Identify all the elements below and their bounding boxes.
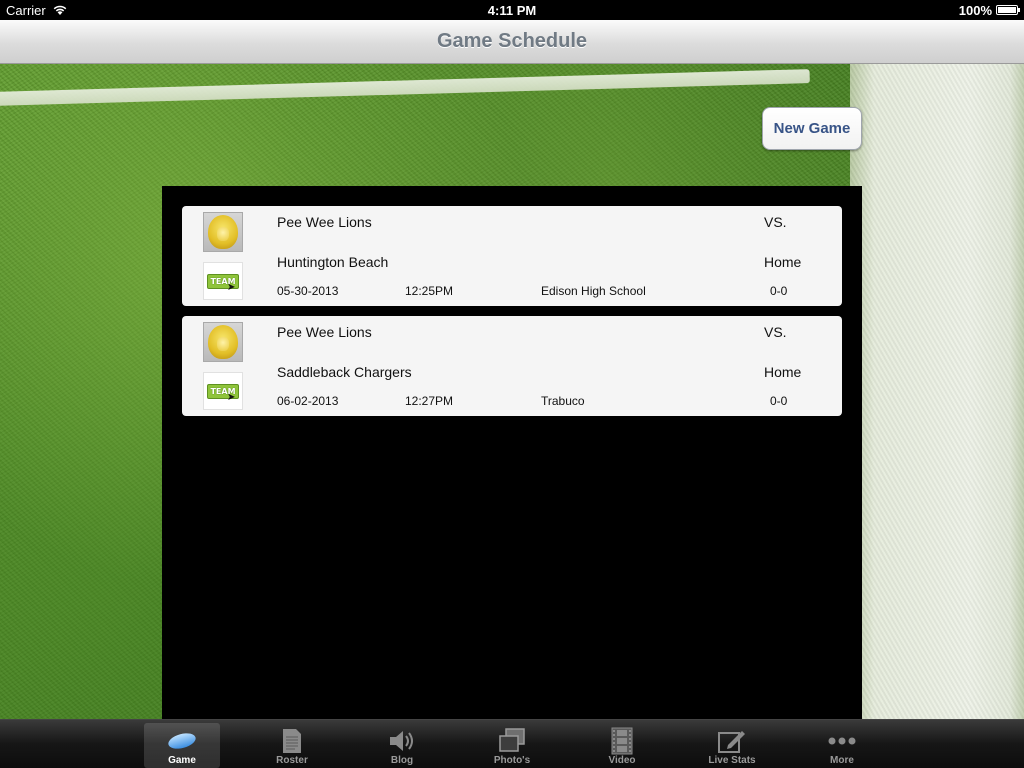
schedule-panel: TEAM ➤ Pee Wee Lions VS. Huntington Beac… (162, 186, 862, 719)
tab-label: Video (608, 755, 636, 766)
lion-logo-icon (203, 322, 243, 362)
status-bar: Carrier 4:11 PM 100% (0, 0, 1024, 20)
tab-label: More (830, 755, 854, 766)
battery-icon (996, 5, 1020, 15)
home-team: Pee Wee Lions (277, 324, 372, 340)
opponent-team: Saddleback Chargers (277, 364, 412, 380)
speaker-icon (387, 729, 417, 753)
lion-logo-icon (203, 212, 243, 252)
tab-label: Photo's (493, 755, 531, 766)
game-score: 0-0 (770, 284, 788, 298)
tab-blog[interactable]: Blog (364, 723, 440, 768)
tab-label: Roster (276, 755, 308, 766)
tab-video[interactable]: Video (584, 723, 660, 768)
tab-label: Blog (390, 755, 414, 766)
tab-photos[interactable]: Photo's (474, 723, 550, 768)
game-date: 05-30-2013 (277, 284, 339, 298)
field-line (0, 69, 810, 106)
status-left: Carrier (6, 3, 68, 18)
location-type: Home (764, 254, 802, 270)
new-game-button[interactable]: New Game (762, 107, 862, 150)
game-score: 0-0 (770, 394, 788, 408)
battery-percent: 100% (958, 2, 992, 18)
vs-label: VS. (764, 214, 787, 230)
navigation-bar: Game Schedule (0, 20, 1024, 64)
game-venue: Trabuco (541, 394, 585, 408)
game-row[interactable]: TEAM ➤ Pee Wee Lions VS. Huntington Beac… (182, 206, 842, 306)
location-type: Home (764, 364, 802, 380)
carrier-label: Carrier (6, 2, 46, 18)
more-icon (827, 729, 857, 753)
tab-bar: Game Roster Blog Photo's Video Live Stat… (0, 719, 1024, 768)
status-right: 100% (958, 2, 1020, 18)
tab-more[interactable]: More (804, 723, 880, 768)
game-time: 12:27PM (405, 394, 454, 408)
tab-roster[interactable]: Roster (254, 723, 330, 768)
opponent-team: Huntington Beach (277, 254, 389, 270)
vs-label: VS. (764, 324, 787, 340)
edit-icon (717, 729, 747, 753)
wifi-icon (53, 5, 67, 15)
tab-live-stats[interactable]: Live Stats (694, 723, 770, 768)
game-row[interactable]: TEAM ➤ Pee Wee Lions VS. Saddleback Char… (182, 316, 842, 416)
tab-game[interactable]: Game (144, 723, 220, 768)
photos-icon (497, 728, 527, 753)
cursor-icon: ➤ (227, 392, 236, 403)
home-team: Pee Wee Lions (277, 214, 372, 230)
team-icon: TEAM ➤ (203, 372, 243, 410)
game-date: 06-02-2013 (277, 394, 339, 408)
cursor-icon: ➤ (227, 282, 236, 293)
team-icon: TEAM ➤ (203, 262, 243, 300)
field-sideline (850, 64, 1024, 719)
tab-label: Live Stats (708, 755, 756, 766)
game-venue: Edison High School (541, 284, 646, 298)
page-title: Game Schedule (436, 30, 588, 52)
film-icon (607, 727, 637, 755)
football-icon (167, 729, 197, 753)
document-icon (277, 729, 307, 753)
game-time: 12:25PM (405, 284, 454, 298)
tab-label: Game (168, 755, 196, 766)
status-time: 4:11 PM (487, 2, 537, 18)
